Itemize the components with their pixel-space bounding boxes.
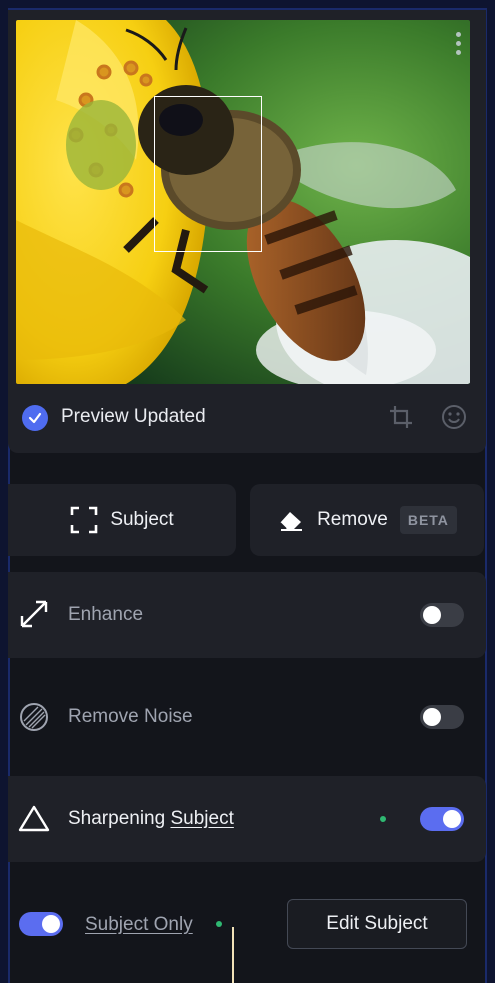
triangle-icon [18,804,50,837]
remove-noise-label: Remove Noise [68,706,193,727]
expand-arrows-icon [18,598,50,635]
status-dot [380,816,386,822]
subject-button[interactable]: Subject [8,484,236,556]
sharpening-subject-link[interactable]: Subject [170,808,233,829]
remove-button-label: Remove [317,509,388,530]
crop-icon[interactable] [388,404,414,435]
beta-badge: BETA [399,506,457,534]
subject-only-toggle[interactable] [19,912,63,936]
enhance-label: Enhance [68,604,144,625]
sharpening-title: Sharpening Subject [68,808,234,830]
subject-button-label: Subject [110,509,174,530]
sharpening-toggle[interactable] [420,807,464,831]
check-circle-icon [22,405,48,431]
subject-selection-box[interactable] [154,96,262,252]
status-label: Preview Updated [61,406,206,427]
status-row: Preview Updated [8,384,486,452]
enhance-toggle[interactable] [420,603,464,627]
sharpening-card: Sharpening Subject [8,776,486,862]
edit-subject-button[interactable]: Edit Subject [287,899,467,949]
subject-only-dot [216,921,222,927]
enhance-card: Enhance [8,572,486,658]
remove-button[interactable]: Remove BETA [250,484,484,556]
eraser-icon [279,512,303,531]
focus-frame-icon [71,506,98,534]
noise-circle-icon [18,701,50,738]
text-cursor [232,927,234,983]
kebab-menu-icon[interactable] [456,32,462,55]
image-preview[interactable] [16,20,470,384]
subject-only-link[interactable]: Subject Only [85,914,193,936]
remove-noise-toggle[interactable] [420,705,464,729]
smile-icon[interactable] [441,404,467,435]
sharpening-label: Sharpening [68,808,166,829]
